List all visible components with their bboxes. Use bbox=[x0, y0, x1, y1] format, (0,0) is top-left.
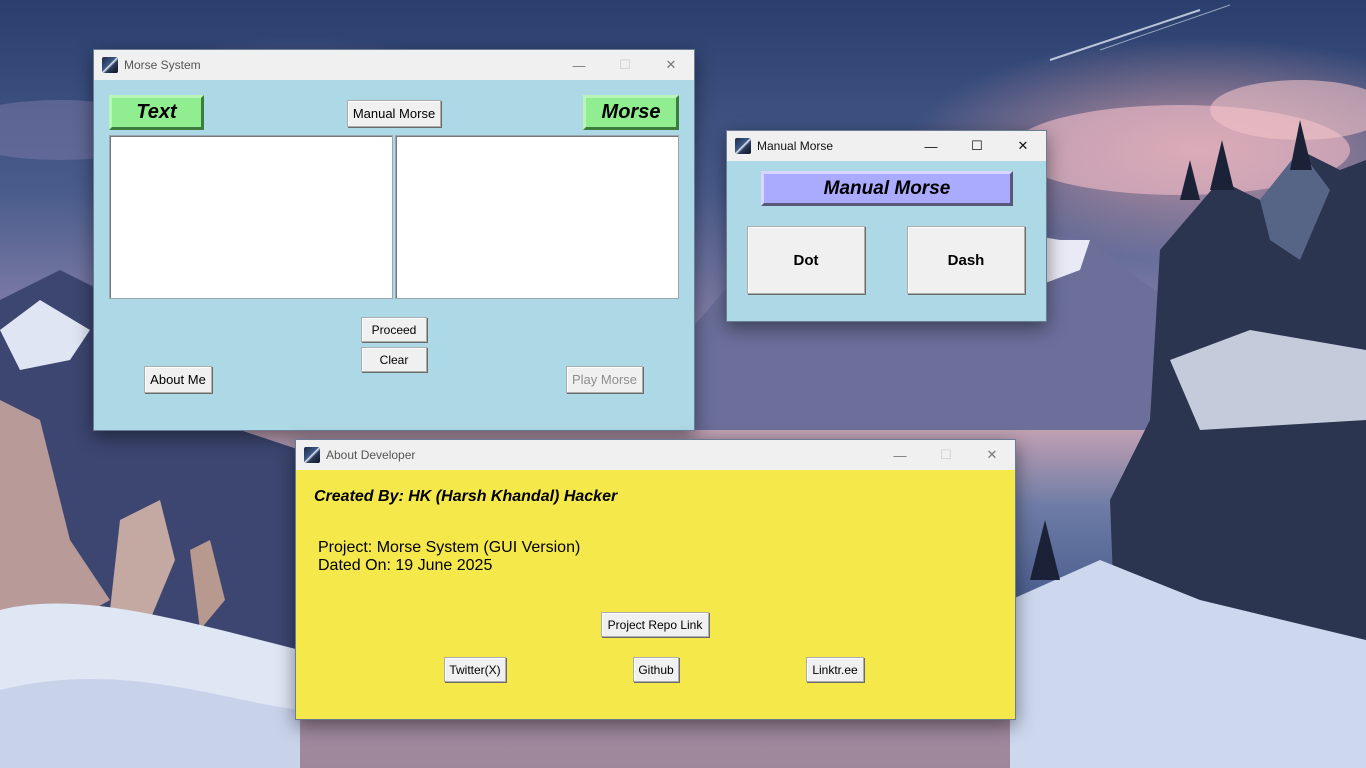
about-developer-window: About Developer — ☐ ✕ Created By: HK (Ha… bbox=[295, 439, 1016, 720]
about-developer-body: Created By: HK (Harsh Khandal) Hacker Pr… bbox=[296, 470, 1015, 719]
morse-system-window: Morse System — ☐ ✕ Text Manual Morse Mor… bbox=[93, 49, 695, 431]
project-repo-link-button[interactable]: Project Repo Link bbox=[601, 612, 709, 637]
close-icon[interactable]: ✕ bbox=[969, 440, 1015, 470]
morse-system-body: Text Manual Morse Morse Proceed Clear Ab… bbox=[94, 80, 694, 430]
project-text: Project: Morse System (GUI Version) bbox=[318, 539, 581, 556]
about-me-button[interactable]: About Me bbox=[144, 366, 212, 393]
window-title: Manual Morse bbox=[757, 139, 834, 153]
github-button[interactable]: Github bbox=[633, 657, 679, 682]
morse-system-titlebar[interactable]: Morse System — ☐ ✕ bbox=[94, 50, 694, 80]
close-icon[interactable]: ✕ bbox=[648, 50, 694, 80]
maximize-icon: ☐ bbox=[940, 447, 952, 462]
linktree-button[interactable]: Linktr.ee bbox=[806, 657, 864, 682]
clear-button[interactable]: Clear bbox=[361, 347, 427, 372]
date-text: Dated On: 19 June 2025 bbox=[318, 557, 493, 574]
text-input[interactable] bbox=[109, 135, 393, 299]
window-title: Morse System bbox=[124, 58, 201, 72]
play-morse-button[interactable]: Play Morse bbox=[566, 366, 643, 393]
manual-morse-titlebar[interactable]: Manual Morse — ☐ ✕ bbox=[727, 131, 1046, 161]
app-icon bbox=[304, 447, 320, 463]
morse-output[interactable] bbox=[395, 135, 679, 299]
about-developer-titlebar[interactable]: About Developer — ☐ ✕ bbox=[296, 440, 1015, 470]
creator-text: Created By: HK (Harsh Khandal) Hacker bbox=[314, 488, 618, 505]
maximize-icon[interactable]: ☐ bbox=[954, 131, 1000, 161]
minimize-icon[interactable]: — bbox=[556, 50, 602, 80]
morse-label: Morse bbox=[583, 95, 679, 130]
dash-button[interactable]: Dash bbox=[907, 226, 1025, 294]
manual-morse-body: Manual Morse Dot Dash bbox=[727, 161, 1046, 321]
minimize-icon[interactable]: — bbox=[877, 440, 923, 470]
manual-morse-button[interactable]: Manual Morse bbox=[347, 100, 441, 127]
manual-morse-window: Manual Morse — ☐ ✕ Manual Morse Dot Dash bbox=[726, 130, 1047, 322]
manual-morse-heading: Manual Morse bbox=[761, 171, 1013, 206]
maximize-icon: ☐ bbox=[619, 57, 631, 72]
window-title: About Developer bbox=[326, 448, 416, 462]
text-label: Text bbox=[109, 95, 204, 130]
dot-button[interactable]: Dot bbox=[747, 226, 865, 294]
minimize-icon[interactable]: — bbox=[908, 131, 954, 161]
app-icon bbox=[102, 57, 118, 73]
proceed-button[interactable]: Proceed bbox=[361, 317, 427, 342]
app-icon bbox=[735, 138, 751, 154]
twitter-button[interactable]: Twitter(X) bbox=[444, 657, 506, 682]
close-icon[interactable]: ✕ bbox=[1000, 131, 1046, 161]
